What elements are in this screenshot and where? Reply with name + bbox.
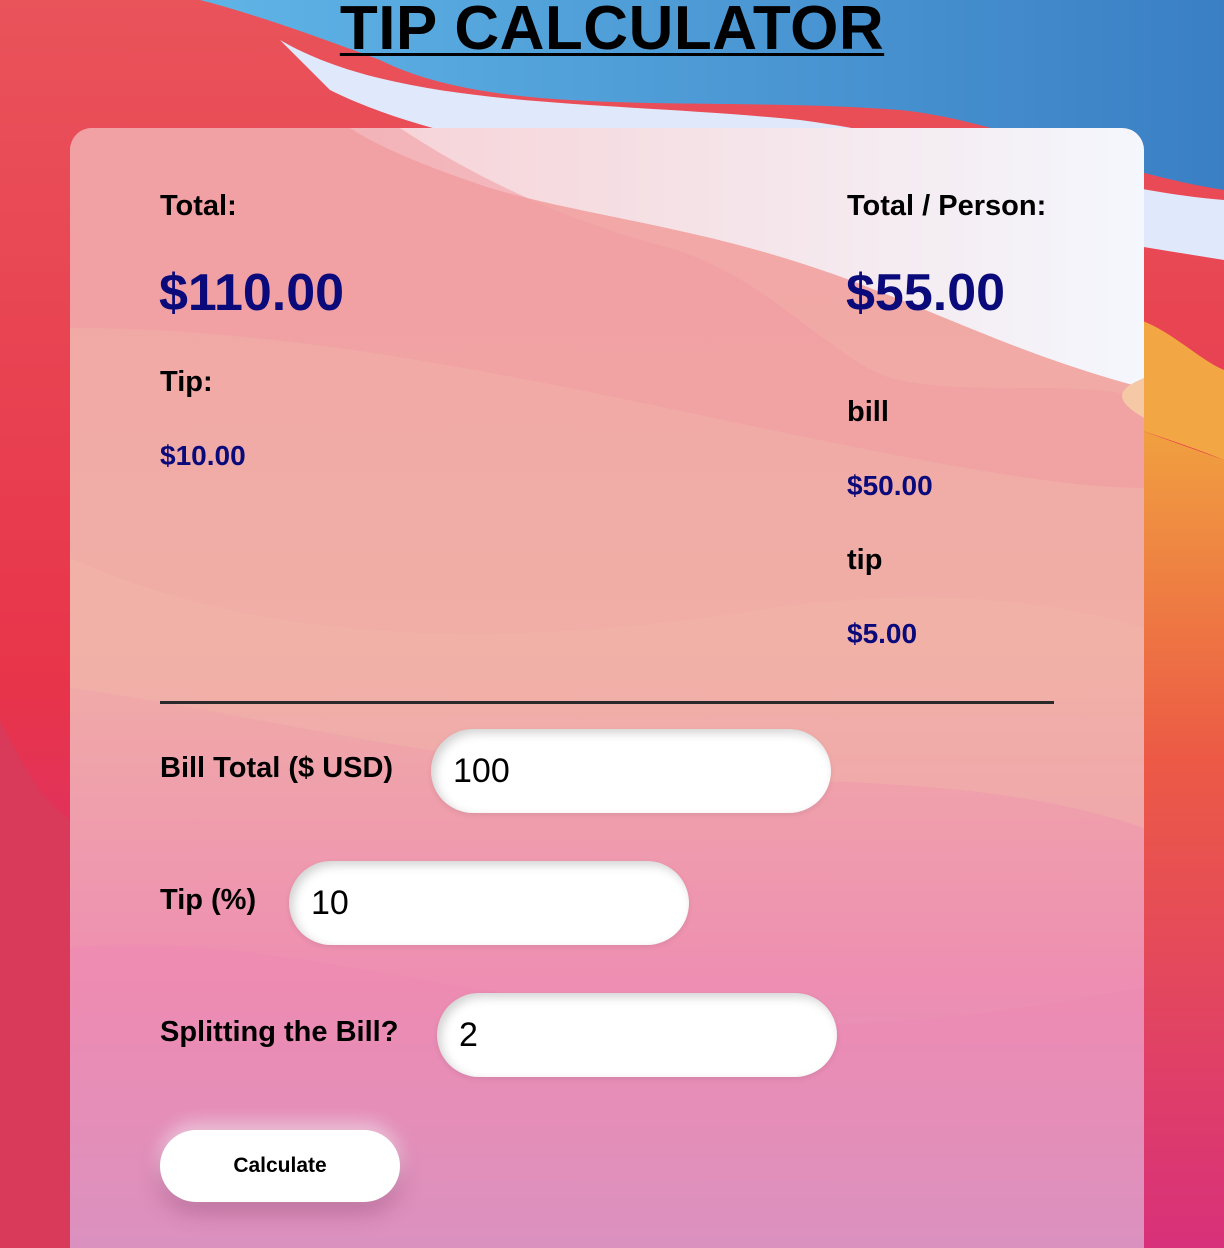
section-divider [160, 701, 1054, 704]
tip-label: Tip: [160, 366, 213, 398]
page-title: TIP CALCULATOR [339, 0, 885, 63]
calculate-button[interactable]: Calculate [160, 1130, 400, 1202]
bill-per-person-value: $50.00 [847, 470, 933, 501]
tip-per-person-label: tip [847, 544, 883, 576]
bill-per-person-label: bill [847, 396, 889, 428]
total-per-person-value: $55.00 [846, 264, 1006, 322]
total-value: $110.00 [159, 264, 345, 322]
bill-total-label: Bill Total ($ USD) [160, 752, 394, 784]
tip-per-person-value: $5.00 [847, 618, 918, 649]
split-bill-label: Splitting the Bill? [160, 1016, 399, 1048]
tip-value: $10.00 [160, 440, 246, 471]
tip-percent-label: Tip (%) [160, 884, 257, 916]
total-label: Total: [160, 190, 237, 222]
split-bill-input[interactable] [437, 993, 837, 1077]
tip-percent-input[interactable] [289, 861, 689, 945]
bill-total-input[interactable] [431, 729, 831, 813]
total-per-person-label: Total / Person: [847, 190, 1047, 222]
